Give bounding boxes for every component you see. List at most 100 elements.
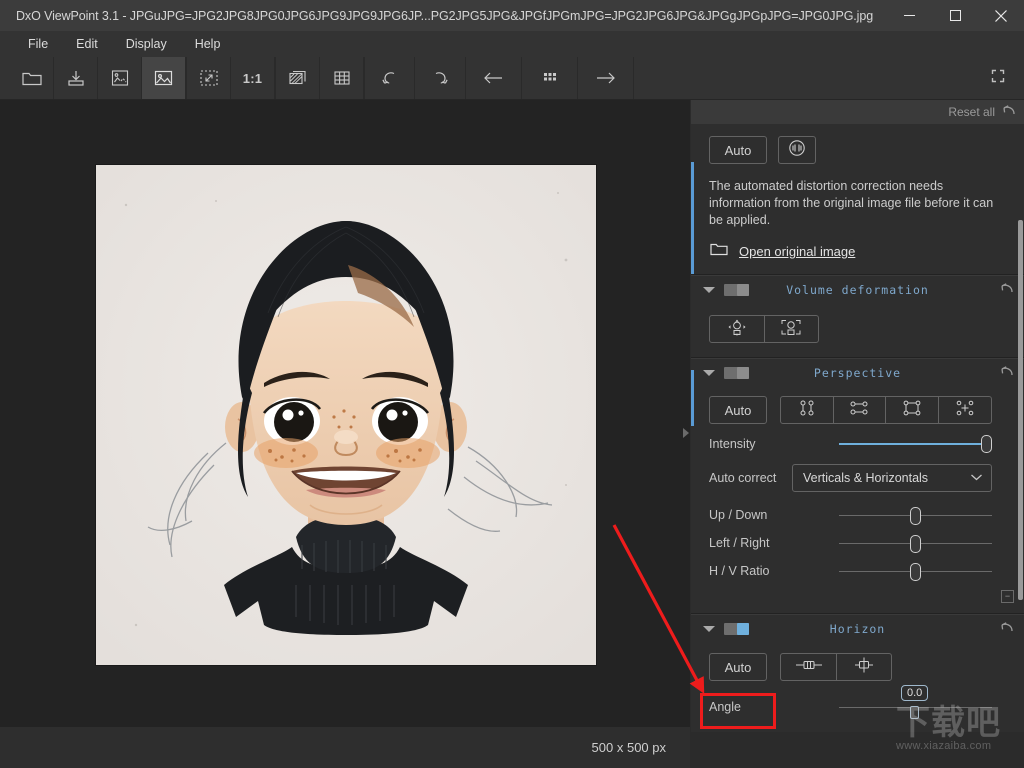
toolbar: 1:1 bbox=[0, 57, 1024, 100]
perspective-horizontal-button[interactable] bbox=[834, 397, 886, 423]
save-button[interactable] bbox=[54, 57, 98, 99]
horizon-line-icon bbox=[793, 656, 825, 679]
intensity-slider-knob[interactable] bbox=[981, 435, 992, 453]
left-right-slider[interactable] bbox=[839, 534, 992, 553]
intensity-label: Intensity bbox=[709, 437, 756, 451]
hv-ratio-slider[interactable] bbox=[839, 562, 992, 581]
redo-button[interactable] bbox=[415, 57, 465, 99]
menu-item-help[interactable]: Help bbox=[181, 34, 235, 54]
horizon-reset-icon[interactable] bbox=[999, 620, 1014, 639]
perspective-rectangle-icon bbox=[900, 398, 924, 423]
auto-correct-select[interactable]: Verticals & Horizontals bbox=[792, 464, 992, 492]
horizon-vertical-icon bbox=[851, 655, 877, 680]
image-canvas[interactable] bbox=[0, 100, 690, 727]
perspective-controls-row: Auto bbox=[691, 396, 1024, 424]
main-area: 500 x 500 px Reset all Auto The automate… bbox=[0, 100, 1024, 768]
compare-before-after-icon bbox=[110, 68, 130, 88]
volume-deformation-reset-icon[interactable] bbox=[999, 281, 1014, 300]
distortion-section: Auto The automated distortion correction… bbox=[691, 124, 1024, 275]
chevron-down-icon[interactable] bbox=[703, 286, 715, 293]
chevron-down-icon[interactable] bbox=[703, 625, 715, 632]
angle-slider[interactable]: 0.0 bbox=[839, 684, 992, 719]
horizon-line-button[interactable] bbox=[781, 654, 837, 680]
image-view-icon bbox=[153, 68, 174, 88]
close-button[interactable] bbox=[978, 0, 1024, 31]
menu-item-display[interactable]: Display bbox=[112, 34, 181, 54]
open-folder-button[interactable] bbox=[10, 57, 54, 99]
next-image-icon bbox=[594, 70, 618, 86]
volume-deformation-toggle[interactable] bbox=[724, 283, 749, 296]
volume-deformation-diagonal-button[interactable] bbox=[710, 316, 765, 342]
menu-item-edit[interactable]: Edit bbox=[62, 34, 112, 54]
perspective-collapse-row: − bbox=[691, 578, 1024, 603]
open-original-image-link[interactable]: Open original image bbox=[739, 244, 855, 259]
reset-all-icon[interactable] bbox=[1001, 103, 1016, 122]
undo-button[interactable] bbox=[365, 57, 415, 99]
perspective-8-points-icon bbox=[953, 398, 977, 423]
hv-ratio-slider-knob[interactable] bbox=[910, 562, 921, 581]
volume-deformation-header[interactable]: Volume deformation bbox=[691, 275, 1024, 303]
perspective-vertical-button[interactable] bbox=[781, 397, 834, 423]
angle-slider-knob[interactable] bbox=[910, 705, 919, 719]
image-dimensions-label: 500 x 500 px bbox=[591, 740, 666, 755]
distortion-controls-row: Auto bbox=[691, 136, 1024, 164]
minimize-button[interactable] bbox=[886, 0, 932, 31]
edited-photo bbox=[96, 165, 596, 665]
fit-to-screen-icon bbox=[198, 68, 220, 88]
perspective-auto-button[interactable]: Auto bbox=[709, 396, 767, 424]
perspective-reset-icon[interactable] bbox=[999, 364, 1014, 383]
panel-scrollbar[interactable] bbox=[1018, 220, 1023, 600]
window-controls bbox=[886, 0, 1024, 31]
distortion-auto-button[interactable]: Auto bbox=[709, 136, 767, 164]
toolbar-right-group bbox=[988, 57, 1024, 100]
volume-deformation-rectangular-button[interactable] bbox=[765, 316, 818, 342]
auto-correct-row: Auto correct Verticals & Horizontals bbox=[691, 451, 1024, 492]
intensity-slider[interactable] bbox=[839, 435, 992, 453]
perspective-8-points-button[interactable] bbox=[939, 397, 992, 423]
intensity-row: Intensity bbox=[691, 424, 1024, 453]
perspective-accent-bar bbox=[691, 370, 694, 426]
hv-ratio-label: H / V Ratio bbox=[709, 564, 770, 578]
up-down-slider-knob[interactable] bbox=[910, 506, 921, 525]
menu-bar: File Edit Display Help bbox=[0, 31, 1024, 57]
open-original-image-row[interactable]: Open original image bbox=[691, 229, 1024, 262]
horizon-toggle[interactable] bbox=[724, 622, 749, 635]
adjustments-panel: Reset all Auto The automated distortion … bbox=[691, 100, 1024, 768]
chevron-down-icon[interactable] bbox=[703, 369, 715, 376]
fullscreen-icon[interactable] bbox=[988, 66, 1008, 91]
thumbnails-button[interactable] bbox=[522, 57, 578, 99]
volume-deformation-rectangular-icon bbox=[778, 317, 804, 342]
perspective-collapse-button[interactable]: − bbox=[1001, 590, 1014, 603]
perspective-rectangle-button[interactable] bbox=[886, 397, 939, 423]
perspective-toggle[interactable] bbox=[724, 366, 749, 379]
left-right-slider-knob[interactable] bbox=[910, 534, 921, 553]
angle-value-bubble[interactable]: 0.0 bbox=[901, 684, 929, 701]
volume-deformation-tools bbox=[709, 315, 819, 343]
horizon-tools bbox=[780, 653, 892, 681]
next-image-button[interactable] bbox=[578, 57, 634, 99]
overlay-icon bbox=[287, 68, 308, 88]
up-down-slider[interactable] bbox=[839, 506, 992, 525]
previous-image-button[interactable] bbox=[466, 57, 522, 99]
panel-collapse-handle[interactable] bbox=[682, 426, 690, 438]
menu-item-file[interactable]: File bbox=[14, 34, 62, 54]
lens-distortion-button[interactable] bbox=[778, 136, 816, 164]
window-title: DxO ViewPoint 3.1 - JPGuJPG=JPG2JPG8JPG0… bbox=[16, 8, 874, 23]
zoom-1-1-label: 1:1 bbox=[242, 70, 263, 86]
redo-icon bbox=[429, 68, 451, 88]
horizon-vertical-button[interactable] bbox=[837, 654, 891, 680]
overlay-button[interactable] bbox=[276, 57, 320, 99]
compare-before-after-button[interactable] bbox=[98, 57, 142, 99]
image-view-button[interactable] bbox=[142, 57, 186, 99]
hv-ratio-row: H / V Ratio bbox=[691, 550, 1024, 581]
angle-row: Angle 0.0 bbox=[691, 681, 1024, 719]
perspective-vertical-icon bbox=[795, 398, 819, 423]
perspective-header[interactable]: Perspective bbox=[691, 358, 1024, 386]
horizon-auto-button[interactable]: Auto bbox=[709, 653, 767, 681]
zoom-1-1-button[interactable]: 1:1 bbox=[231, 57, 275, 99]
fit-to-screen-button[interactable] bbox=[187, 57, 231, 99]
grid-button[interactable] bbox=[320, 57, 364, 99]
maximize-button[interactable] bbox=[932, 0, 978, 31]
reset-all-bar[interactable]: Reset all bbox=[691, 100, 1024, 124]
horizon-header[interactable]: Horizon bbox=[691, 614, 1024, 642]
